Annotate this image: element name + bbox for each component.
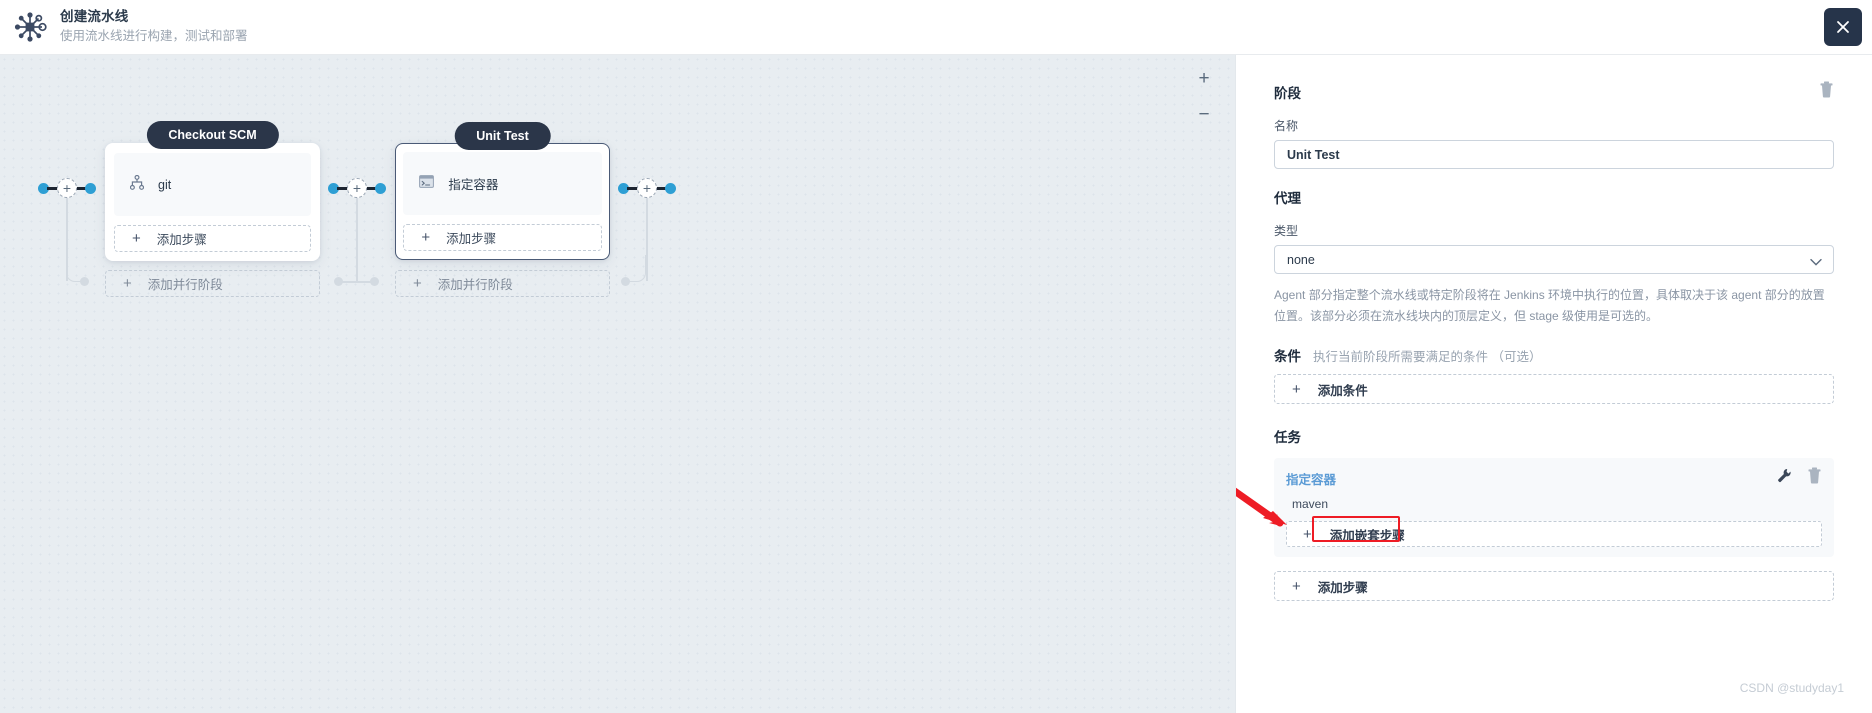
pipeline-node-icon (8, 5, 52, 49)
add-step-label: 添加步骤 (446, 232, 497, 247)
agent-type-label: 类型 (1274, 224, 1299, 238)
add-step-label: 添加步骤 (1317, 580, 1368, 595)
add-nested-step-button[interactable]: + 添加嵌套步骤 (1236, 487, 1822, 547)
stage-settings-sidebar: 阶段 名称 代理 类型 none Agent 部分指定整个流水线或特定阶段将在 … (1235, 55, 1872, 713)
add-step-label: 添加步骤 (156, 233, 207, 247)
agent-section-header: 代理 (1274, 187, 1834, 207)
stage-name-badge[interactable]: Checkout SCM (146, 121, 279, 149)
stage-section-title: 阶段 (1274, 86, 1301, 101)
plus-icon: + (1292, 380, 1301, 398)
delete-task-button[interactable] (1807, 467, 1822, 489)
page-title: 创建流水线 (60, 9, 129, 25)
add-stage-button[interactable]: + (57, 178, 77, 198)
plus-icon: + (413, 275, 422, 292)
step-label: git (158, 177, 172, 192)
zoom-in-button[interactable]: + (1191, 65, 1217, 91)
agent-type-select[interactable]: none (1274, 245, 1834, 274)
connector-dot[interactable] (375, 183, 386, 194)
step-row-container[interactable]: 指定容器 (403, 152, 602, 216)
connector-drop-dot (80, 277, 89, 286)
plus-icon: + (132, 230, 141, 247)
agent-type-select-wrap: none (1274, 245, 1834, 274)
connector-elbow (66, 255, 82, 282)
task-section-header: 任务 (1274, 426, 1834, 446)
trash-icon (1808, 467, 1821, 484)
stage-section-header: 阶段 (1274, 81, 1834, 102)
close-button[interactable] (1824, 8, 1862, 46)
agent-help-text: Agent 部分指定整个流水线或特定阶段将在 Jenkins 环境中执行的位置，… (1274, 288, 1825, 323)
step-row-git[interactable]: git (114, 153, 311, 216)
stage-name-input[interactable] (1274, 140, 1834, 169)
edit-task-button[interactable] (1777, 468, 1791, 488)
add-stage-button[interactable]: + (637, 178, 657, 198)
plus-icon: + (1292, 577, 1301, 595)
watermark: CSDN @studyday1 (1739, 681, 1844, 695)
add-condition-label: 添加条件 (1317, 383, 1368, 398)
add-nested-step-label: 添加嵌套步骤 (1329, 528, 1405, 543)
delete-stage-button[interactable] (1819, 81, 1834, 101)
task-card: 指定容器 maven + 添加嵌套步骤 (1236, 458, 1834, 557)
connector-elbow (627, 255, 646, 282)
connector-drop-dot (621, 277, 630, 286)
close-icon (1837, 21, 1849, 33)
add-parallel-label: 添加并行阶段 (147, 278, 223, 292)
step-label: 指定容器 (448, 178, 499, 193)
pipeline-canvas[interactable]: + − + Checkout SCM git + 添加步骤 + 添加并行阶段 +… (0, 55, 1235, 713)
connector-drop-line (356, 188, 358, 281)
stage-card-unit-test[interactable]: Unit Test 指定容器 + 添加步骤 (395, 122, 610, 260)
connector-dot[interactable] (665, 183, 676, 194)
task-value: maven (1292, 497, 1329, 511)
add-parallel-stage-button-2[interactable]: + 添加并行阶段 (395, 270, 610, 297)
plus-icon: + (421, 229, 431, 247)
add-parallel-label: 添加并行阶段 (437, 278, 513, 292)
app-header: 创建流水线 使用流水线进行构建，测试和部署 (0, 0, 1872, 55)
add-step-button-sidebar[interactable]: + 添加步骤 (1274, 571, 1834, 601)
terminal-icon (419, 174, 435, 193)
page-subtitle: 使用流水线进行构建，测试和部署 (60, 29, 248, 44)
task-section-title: 任务 (1274, 430, 1301, 445)
wrench-icon (1778, 469, 1791, 483)
zoom-out-button[interactable]: − (1191, 101, 1217, 127)
add-condition-button[interactable]: + 添加条件 (1274, 374, 1834, 404)
agent-type-value: none (1287, 252, 1315, 267)
add-step-button[interactable]: + 添加步骤 (403, 224, 602, 252)
agent-section-title: 代理 (1274, 191, 1301, 206)
trash-icon (1820, 81, 1833, 98)
condition-section-header: 条件 执行当前阶段所需要满足的条件 （可选） (1274, 345, 1834, 365)
git-branch-icon (129, 174, 145, 195)
task-name-link[interactable]: 指定容器 (1286, 469, 1336, 488)
stage-card-checkout-scm[interactable]: Checkout SCM git + 添加步骤 (105, 121, 320, 261)
task-action-icons (1777, 467, 1822, 489)
stage-name-badge[interactable]: Unit Test (454, 122, 551, 150)
condition-section-title: 条件 (1274, 349, 1301, 364)
stage-name-label: 名称 (1274, 119, 1299, 133)
connector-line-h (340, 281, 357, 283)
add-stage-button[interactable]: + (347, 178, 367, 198)
connector-drop-dot (370, 277, 379, 286)
add-step-button[interactable]: + 添加步骤 (114, 225, 311, 252)
plus-icon: + (123, 275, 132, 292)
add-parallel-stage-button-1[interactable]: + 添加并行阶段 (105, 270, 320, 297)
connector-drop-line (646, 188, 648, 281)
connector-dot[interactable] (85, 183, 96, 194)
task-title-row: 指定容器 (1286, 467, 1822, 489)
zoom-controls: + − (1191, 65, 1217, 127)
condition-section-hint: 执行当前阶段所需要满足的条件 （可选） (1313, 350, 1542, 364)
plus-icon: + (1303, 525, 1312, 543)
header-text-block: 创建流水线 使用流水线进行构建，测试和部署 (60, 9, 248, 45)
